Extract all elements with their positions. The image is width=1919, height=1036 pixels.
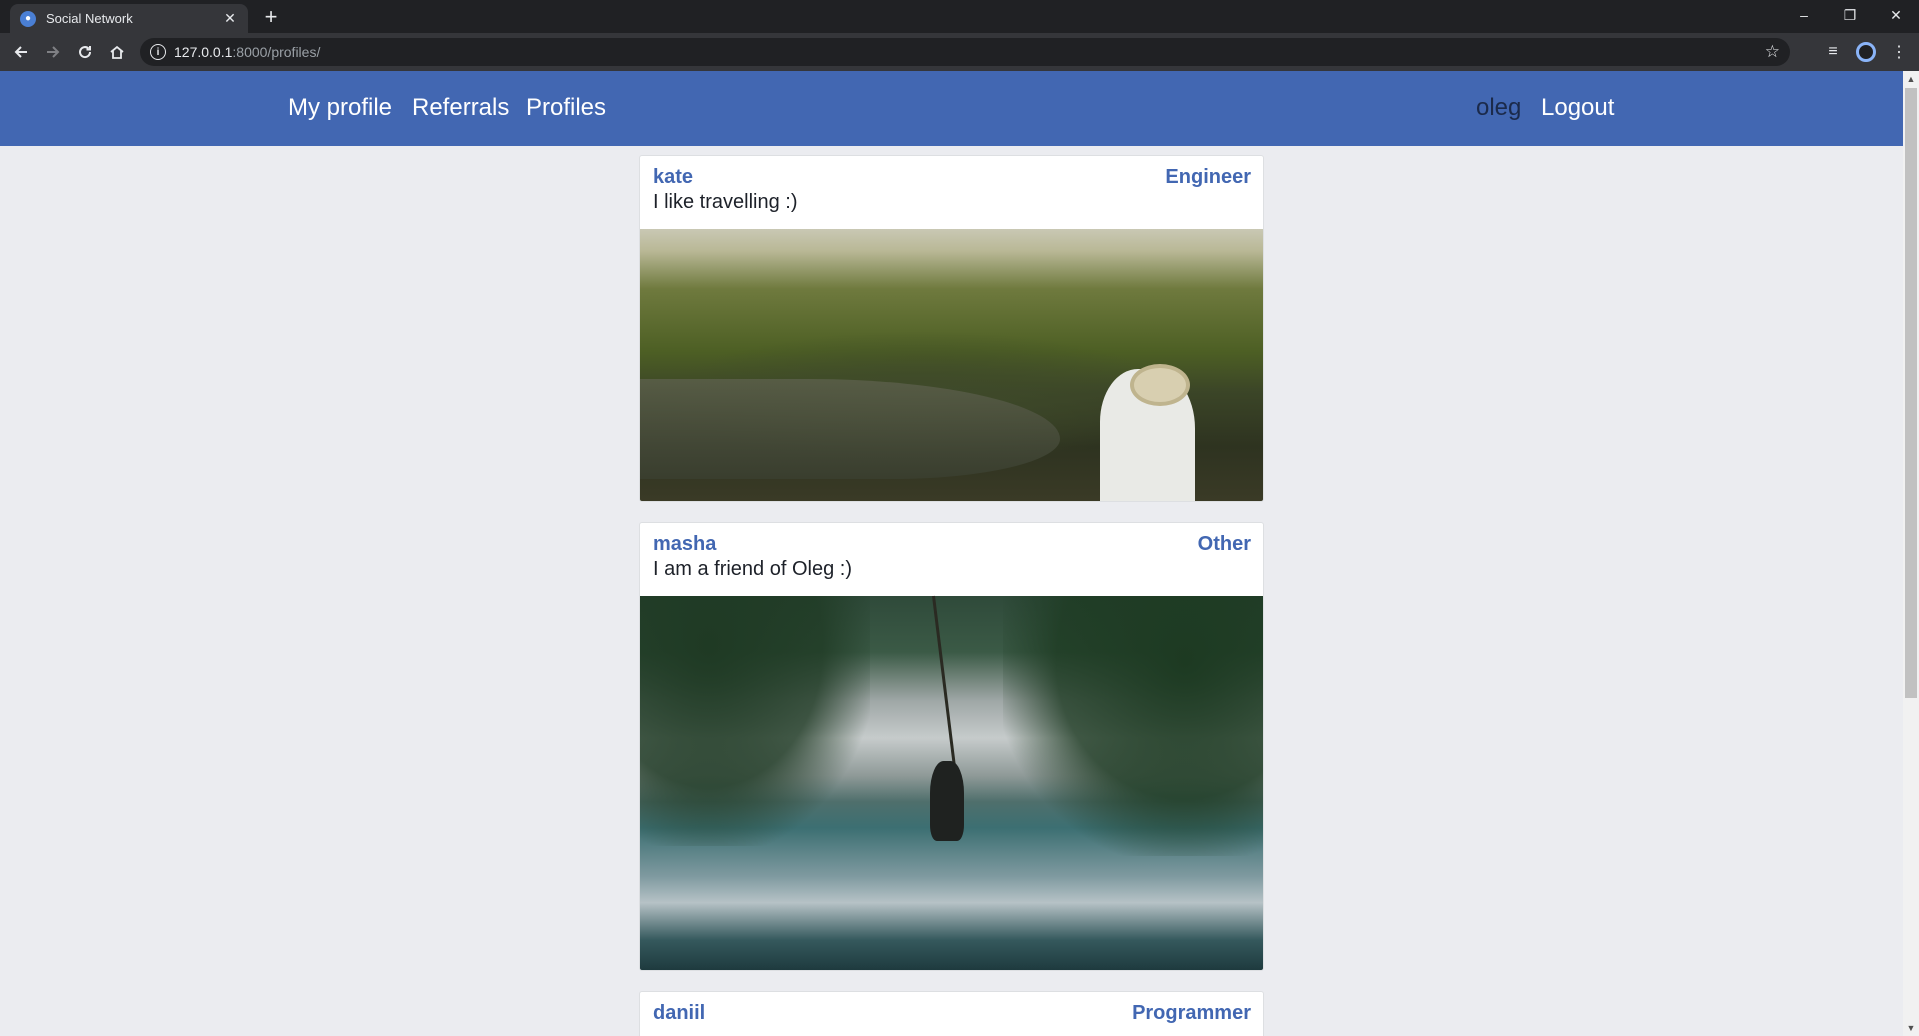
scroll-up-icon[interactable]: ▲: [1903, 71, 1919, 87]
nav-my-profile[interactable]: My profile: [288, 93, 392, 123]
url-path: :8000/profiles/: [232, 44, 321, 60]
nav-username[interactable]: oleg: [1476, 93, 1521, 123]
scroll-thumb[interactable]: [1905, 88, 1917, 698]
nav-logout[interactable]: Logout: [1541, 93, 1614, 123]
profile-card: masha Other I am a friend of Oleg :): [639, 522, 1264, 971]
profile-name-link[interactable]: masha: [653, 532, 716, 556]
profile-role: Other: [1197, 533, 1251, 555]
info-icon[interactable]: i: [150, 44, 166, 60]
star-icon[interactable]: ☆: [1765, 42, 1780, 62]
profile-bio: I like travelling :): [653, 191, 798, 213]
restore-button[interactable]: ❐: [1827, 0, 1873, 30]
profile-role: Engineer: [1165, 166, 1251, 188]
close-window-button[interactable]: ✕: [1873, 0, 1919, 30]
back-arrow-icon[interactable]: [8, 39, 34, 65]
profiles-feed: kate Engineer I like travelling :) masha…: [639, 155, 1264, 1036]
nav-referrals[interactable]: Referrals: [412, 93, 509, 123]
nav-profiles[interactable]: Profiles: [526, 93, 606, 123]
profile-bio: I am a friend of Oleg :): [653, 558, 852, 580]
browser-tab[interactable]: ● Social Network ✕: [10, 4, 248, 33]
page-scrollbar[interactable]: ▲ ▼: [1903, 71, 1919, 1036]
url-host: 127.0.0.1: [174, 44, 233, 60]
profile-name-link[interactable]: daniil: [653, 1001, 705, 1025]
profile-card: daniil Programmer: [639, 991, 1264, 1036]
minimize-button[interactable]: –: [1781, 0, 1827, 30]
profile-name-link[interactable]: kate: [653, 165, 693, 189]
menu-kebab-icon[interactable]: ⋮: [1886, 39, 1912, 65]
forward-arrow-icon[interactable]: [40, 39, 66, 65]
profile-icon[interactable]: [1853, 39, 1879, 65]
new-tab-button[interactable]: +: [259, 4, 283, 30]
site-favicon-icon: ●: [20, 10, 36, 27]
profile-card: kate Engineer I like travelling :): [639, 155, 1264, 502]
tab-close-icon[interactable]: ✕: [222, 10, 238, 27]
browser-tab-strip: ● Social Network ✕ + – ❐ ✕: [0, 0, 1919, 33]
reload-icon[interactable]: [72, 39, 98, 65]
profile-photo: [640, 595, 1263, 970]
profile-photo: [640, 229, 1263, 501]
site-header: My profile Referrals Profiles oleg Logou…: [0, 71, 1903, 146]
browser-toolbar: i 127.0.0.1:8000/profiles/ ☆ ≡ ⋮: [0, 33, 1919, 71]
address-bar[interactable]: i 127.0.0.1:8000/profiles/ ☆: [140, 38, 1790, 66]
profile-bio: [640, 1025, 1263, 1036]
profile-role: Programmer: [1132, 1002, 1251, 1024]
scroll-down-icon[interactable]: ▼: [1903, 1020, 1919, 1036]
tab-title: Social Network: [46, 11, 133, 26]
home-icon[interactable]: [104, 39, 130, 65]
media-control-icon[interactable]: ≡: [1820, 39, 1846, 65]
